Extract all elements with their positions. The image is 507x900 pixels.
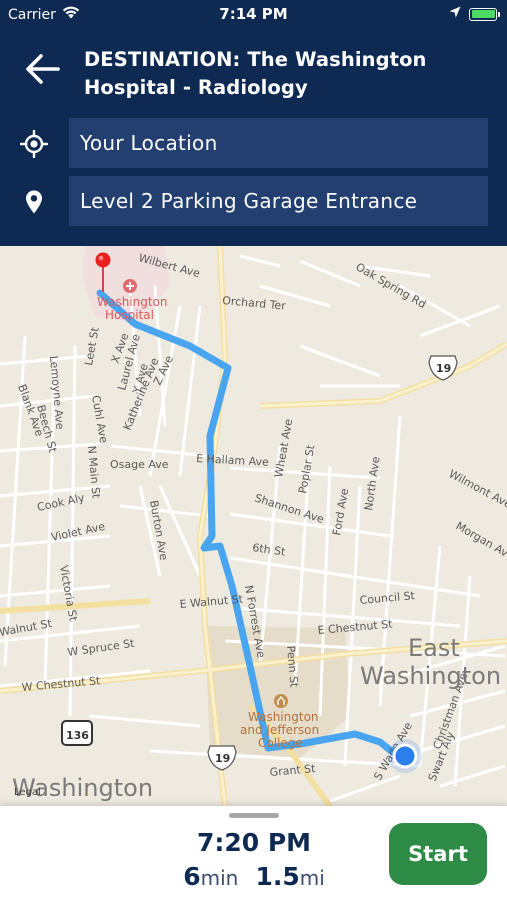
destination-prefix: DESTINATION: [84, 48, 241, 71]
map-label-college-3: College [258, 736, 303, 750]
map-canvas[interactable]: Washington Hospital Washington and Jeffe… [0, 246, 507, 806]
map-label-college-1: Washington [248, 710, 319, 724]
eta-time: 7:20 PM [196, 828, 312, 857]
street-label: Wilmont Ave [447, 467, 507, 511]
back-button[interactable] [22, 50, 64, 88]
status-bar: Carrier 7:14 PM [0, 0, 507, 28]
street-label: N Main St [85, 445, 103, 499]
battery-icon [469, 7, 500, 21]
svg-text:136: 136 [66, 729, 89, 742]
street-label: Osage Ave [110, 458, 169, 471]
map-label-college-2: and Jefferson [240, 723, 319, 737]
status-time: 7:14 PM [219, 5, 288, 23]
status-right [449, 6, 500, 22]
street-label: Wheat Ave [272, 418, 295, 479]
svg-text:19: 19 [436, 362, 451, 375]
navigation-header: DESTINATION: The Washington Hospital - R… [0, 28, 507, 246]
svg-text:19: 19 [215, 752, 230, 765]
origin-input[interactable]: Your Location [69, 118, 488, 168]
duration-unit: min [200, 866, 239, 890]
duration-value: 6 [183, 862, 201, 891]
trip-summary-sheet: 7:20 PM 6min 1.5mi Start [0, 806, 507, 900]
route-shield-19-south: 19 [207, 745, 237, 771]
street-label: E Chestnut St [317, 617, 393, 637]
destination-row: Level 2 Parking Garage Entrance [0, 176, 507, 226]
trip-stats: 6min 1.5mi [150, 862, 358, 891]
current-location-icon[interactable] [388, 739, 422, 773]
destination-title: DESTINATION: The Washington Hospital - R… [84, 46, 496, 102]
street-label: E Hallam Ave [196, 452, 269, 469]
street-label: Cuhl Ave [89, 394, 110, 444]
street-label: Morgan Ave [454, 519, 507, 563]
route-shield-136: 136 [61, 720, 93, 746]
street-label: 6th St [252, 541, 287, 559]
start-button[interactable]: Start [389, 823, 487, 885]
street-label: Swart Aly [426, 729, 458, 783]
street-label: Oak Spring Rd [354, 260, 429, 311]
street-label: Council St [359, 589, 416, 607]
street-label: W Spruce St [67, 637, 136, 659]
street-label: Leet St [82, 326, 102, 367]
destination-input[interactable]: Level 2 Parking Garage Entrance [69, 176, 488, 226]
distance-value: 1.5 [255, 862, 300, 891]
street-label: Cook Aly [36, 491, 86, 514]
crosshair-icon [19, 129, 49, 159]
map-label-east-washington: Washington [360, 662, 501, 690]
map-label-east: East [408, 634, 460, 662]
location-arrow-icon [449, 6, 461, 22]
map-label-hospital-1: Washington [97, 295, 168, 309]
distance-unit: mi [299, 866, 325, 890]
map-label-hospital-2: Hospital [105, 308, 154, 322]
route-shield-19-north: 19 [428, 355, 458, 381]
sheet-drag-handle[interactable] [229, 813, 279, 818]
back-arrow-icon [26, 54, 60, 84]
map-pin-icon [20, 188, 48, 216]
street-label: Orchard Ter [222, 294, 287, 313]
map-legal-label[interactable]: Legal [14, 787, 41, 798]
street-label: North Ave [362, 455, 382, 511]
origin-row: Your Location [0, 118, 507, 168]
street-label: W Chestnut St [21, 674, 101, 694]
hospital-cross-icon [123, 279, 137, 293]
map-view[interactable]: Washington Hospital Washington and Jeffe… [0, 246, 507, 806]
college-marker-icon [274, 694, 288, 708]
street-label: Victoria St [57, 564, 80, 623]
street-label: Poplar St [296, 443, 317, 494]
